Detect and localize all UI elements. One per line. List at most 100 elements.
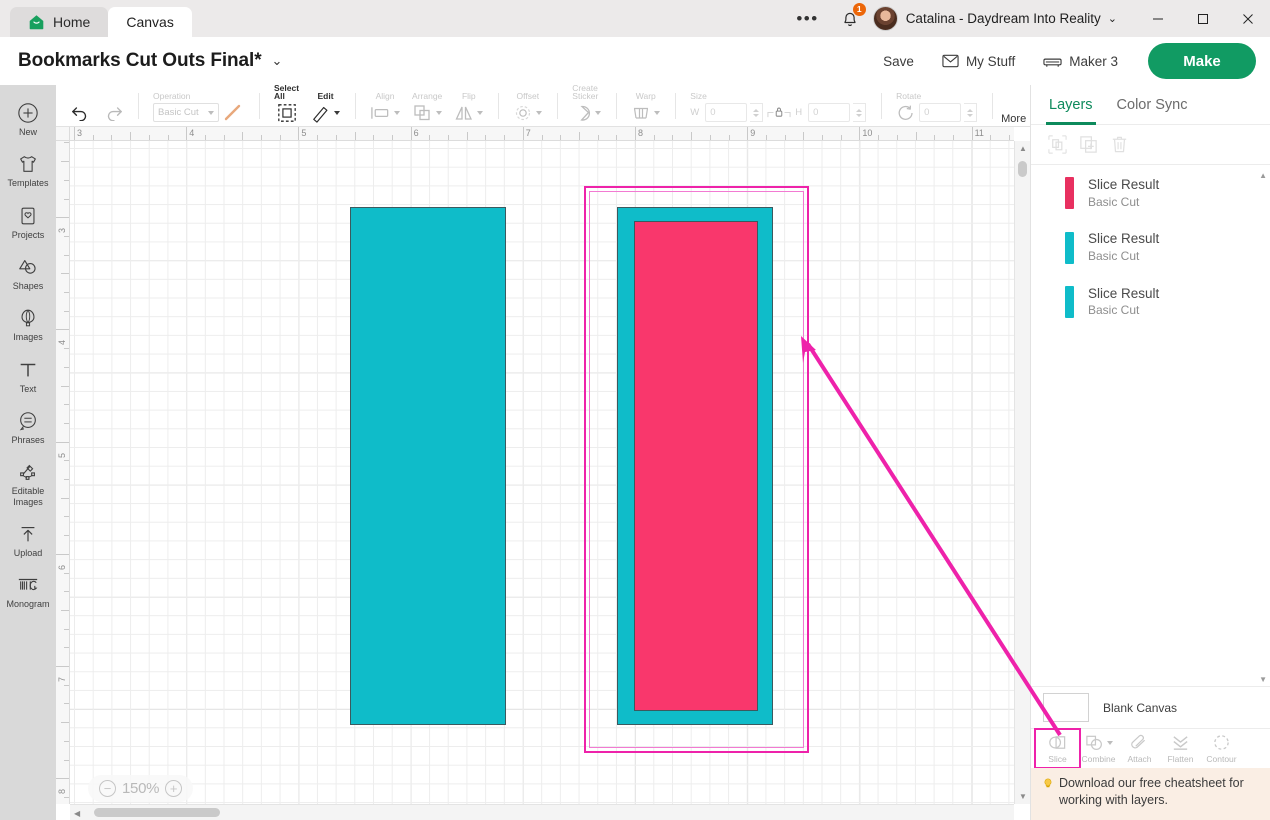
canvas-vertical-scroll-thumb[interactable] [1018,161,1027,177]
sidebar-item-new[interactable]: New [0,93,56,144]
combine-button[interactable]: Combine [1078,731,1119,766]
warp-caption: Warp [635,91,656,101]
ruler-minor-tick [952,135,954,140]
window-close-button[interactable] [1225,0,1270,37]
ruler-v-number: 6 [57,564,67,570]
scroll-down-arrow-icon[interactable]: ▼ [1019,792,1027,801]
maximize-icon [1197,13,1208,24]
user-menu-chevron-down-icon[interactable]: ⌄ [1108,12,1117,25]
tab-layers[interactable]: Layers [1046,85,1096,125]
canvas-horizontal-scroll-thumb[interactable] [94,808,220,817]
sidebar-item-editable-images[interactable]: Editable Images [0,452,56,514]
zoom-out-button[interactable]: − [99,780,116,797]
rotate-stepper[interactable] [964,103,978,122]
scroll-left-arrow-icon[interactable]: ◀ [74,809,80,818]
sidebar-item-upload[interactable]: Upload [0,514,56,565]
avatar[interactable] [872,6,898,31]
zoom-in-button[interactable]: + [165,780,183,797]
ruler-minor-tick [896,135,898,140]
ruler-v-number: 4 [57,340,67,346]
height-stepper[interactable] [853,103,867,122]
vertical-ruler[interactable]: 23456789 [56,141,70,804]
attach-button[interactable]: Attach [1119,731,1160,766]
sidebar-item-phrases-label: Phrases [11,435,45,446]
ruler-minor-tick [130,132,132,140]
rotate-icon[interactable] [896,104,916,122]
window-maximize-button[interactable] [1180,0,1225,37]
edit-button[interactable]: Edit [305,92,346,127]
delete-trash-icon[interactable] [1109,134,1130,155]
flatten-button[interactable]: Flatten [1160,731,1201,766]
lock-icon[interactable] [767,105,791,120]
rotate-input[interactable]: 0 [919,103,962,122]
warp-button[interactable]: Warp [625,92,666,127]
ruler-minor-tick [672,135,674,140]
machine-selector[interactable]: Maker 3 [1029,54,1132,69]
design-canvas[interactable]: 345678910111213 23456789 − 150% + ▲ ▼ ◀ [56,127,1030,820]
width-stepper[interactable] [750,103,764,122]
ruler-minor-tick [784,135,786,140]
ruler-minor-tick [92,135,94,140]
blank-canvas-row[interactable]: Blank Canvas [1031,686,1270,728]
sidebar-item-text[interactable]: Text [0,350,56,401]
ruler-minor-tick [709,135,711,140]
selection-box[interactable] [584,186,809,753]
pencil-icon [313,106,328,123]
more-dots-icon[interactable]: ••• [784,10,830,27]
layer-row[interactable]: Slice Result Basic Cut [1031,166,1270,220]
canvas-horizontal-scrollbar[interactable]: ◀ [70,804,1014,820]
horizontal-ruler[interactable]: 345678910111213 [70,127,1014,141]
width-input[interactable]: 0 [705,103,748,122]
height-value: 0 [813,107,819,118]
undo-button[interactable] [65,92,97,127]
layer-row[interactable]: Slice Result Basic Cut [1031,220,1270,274]
sidebar-item-images[interactable]: Images [0,298,56,349]
notification-bell[interactable]: 1 [837,2,866,32]
offset-button[interactable]: Offset [507,92,548,127]
window-minimize-button[interactable] [1135,0,1180,37]
canvas-grid[interactable] [70,141,1014,804]
layer-row[interactable]: Slice Result Basic Cut [1031,275,1270,329]
sidebar-item-monogram[interactable]: Monogram [0,565,56,616]
slice-button[interactable]: Slice [1034,728,1081,769]
arrange-button[interactable]: Arrange [406,92,448,127]
height-input[interactable]: 0 [808,103,851,122]
layer-color-swatch[interactable] [1065,231,1074,264]
layer-color-swatch[interactable] [1065,177,1074,210]
tab-color-sync[interactable]: Color Sync [1117,85,1188,125]
create-sticker-button[interactable]: Create Sticker [566,83,607,127]
flip-button[interactable]: Flip [448,92,489,127]
save-button[interactable]: Save [869,54,928,69]
right-panel-tabs: Layers Color Sync [1031,85,1270,125]
duplicate-icon[interactable] [1078,134,1099,155]
tab-canvas[interactable]: Canvas [108,7,192,37]
blank-canvas-thumbnail[interactable] [1043,693,1089,722]
redo-button[interactable] [97,92,129,127]
project-menu-chevron-down-icon[interactable]: ⌄ [272,53,283,69]
make-button[interactable]: Make [1148,43,1256,79]
canvas-vertical-scrollbar[interactable]: ▲ ▼ [1014,141,1030,804]
ruler-v-number: 5 [57,452,67,458]
sidebar-item-templates[interactable]: Templates [0,144,56,195]
layer-scroll-up-arrow-icon[interactable]: ▲ [1259,171,1267,180]
operation-select[interactable]: Basic Cut [153,103,219,122]
scroll-up-arrow-icon[interactable]: ▲ [1019,144,1027,153]
sidebar-item-phrases[interactable]: Phrases [0,401,56,452]
pencil-stroke-icon[interactable] [222,103,244,123]
my-stuff-button[interactable]: My Stuff [928,54,1029,69]
layer-list-scrollbar[interactable]: ▲ ▼ [1258,171,1268,684]
cheatsheet-banner[interactable]: Download our free cheatsheet for working… [1031,768,1270,820]
layer-scroll-down-arrow-icon[interactable]: ▼ [1259,675,1267,684]
teal-rectangle-left[interactable] [350,207,506,725]
layer-title: Slice Result [1088,177,1160,192]
sidebar-item-shapes[interactable]: Shapes [0,247,56,298]
sidebar-item-projects[interactable]: Projects [0,196,56,247]
tab-home[interactable]: Home [10,7,109,37]
group-icon[interactable] [1047,134,1068,155]
operation-control[interactable]: Operation Basic Cut [147,92,250,127]
contour-button[interactable]: Contour [1201,731,1242,766]
align-button[interactable]: Align [364,92,406,127]
select-all-button[interactable]: Select All [268,83,305,127]
layer-color-swatch[interactable] [1065,285,1074,318]
layer-list[interactable]: Slice Result Basic Cut Slice Result Basic C… [1031,166,1270,688]
